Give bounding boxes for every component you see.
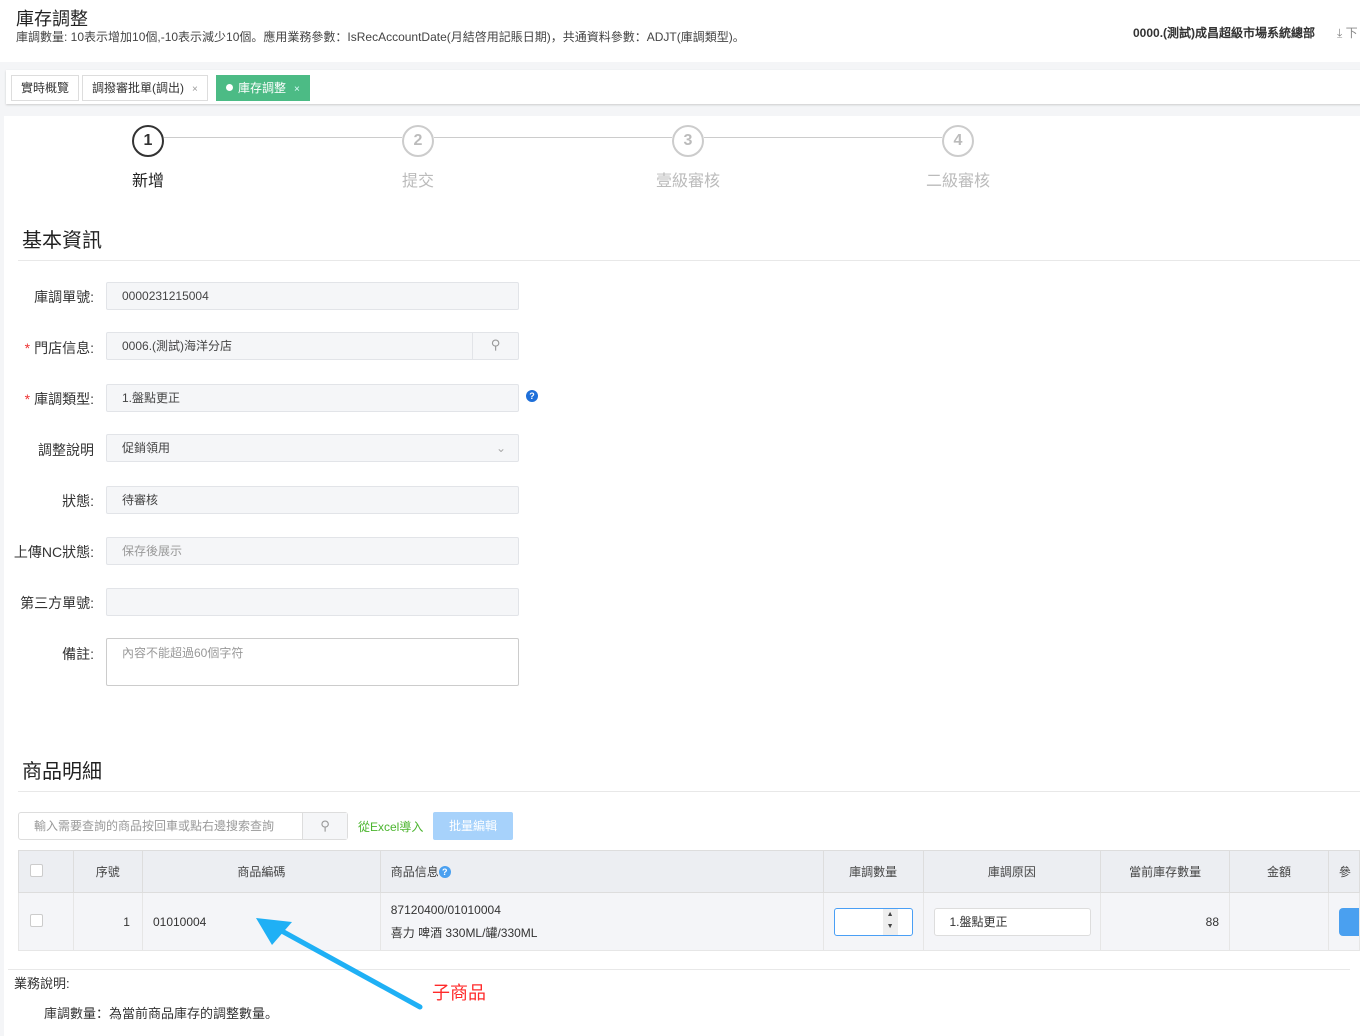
annotation-label: 子商品: [432, 983, 486, 1003]
annotation-arrow-icon: [256, 918, 423, 1010]
